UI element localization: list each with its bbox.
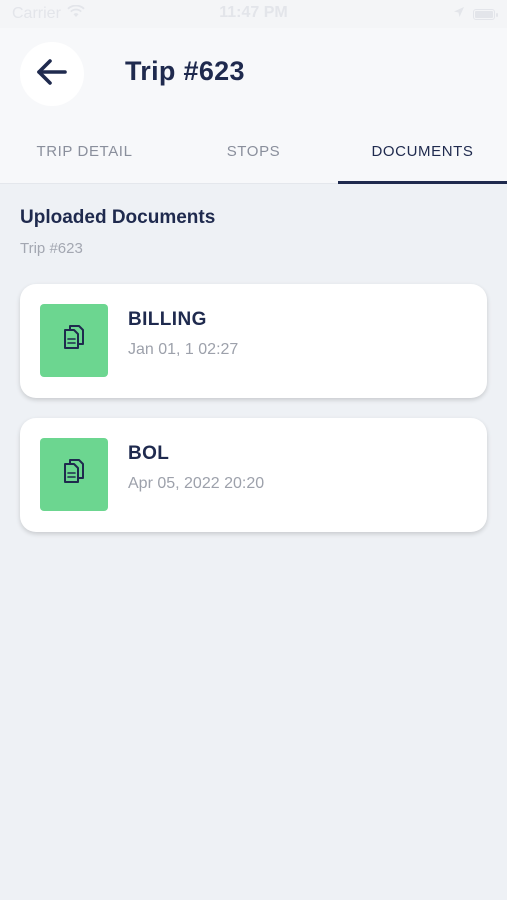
document-date: Jan 01, 1 02:27 xyxy=(128,341,239,358)
documents-icon xyxy=(61,324,87,357)
section-title: Uploaded Documents xyxy=(20,207,216,228)
tab-documents[interactable]: DOCUMENTS xyxy=(338,120,507,184)
document-name: BILLING xyxy=(128,309,207,330)
documents-icon xyxy=(61,458,87,491)
document-icon-box xyxy=(40,304,108,377)
section-subtitle: Trip #623 xyxy=(20,240,83,257)
status-bar: Carrier 11:47 PM xyxy=(0,0,507,28)
status-time: 11:47 PM xyxy=(219,4,288,21)
battery-fill xyxy=(475,10,493,18)
tab-trip-detail[interactable]: TRIP DETAIL xyxy=(0,120,169,183)
battery-icon xyxy=(473,8,498,20)
document-card-billing[interactable]: BILLING Jan 01, 1 02:27 xyxy=(20,284,487,398)
document-name: BOL xyxy=(128,443,170,464)
tab-stops[interactable]: STOPS xyxy=(169,120,338,183)
page-title: Trip #623 xyxy=(125,56,245,86)
back-button[interactable] xyxy=(20,42,84,106)
tab-bar: TRIP DETAIL STOPS DOCUMENTS xyxy=(0,120,507,184)
back-arrow-icon xyxy=(36,58,68,91)
document-date: Apr 05, 2022 20:20 xyxy=(128,475,265,492)
document-icon-box xyxy=(40,438,108,511)
header: Trip #623 xyxy=(0,28,507,120)
screen: Carrier 11:47 PM Trip #623 TRIP DETAIL S… xyxy=(0,0,507,900)
document-card-bol[interactable]: BOL Apr 05, 2022 20:20 xyxy=(20,418,487,532)
